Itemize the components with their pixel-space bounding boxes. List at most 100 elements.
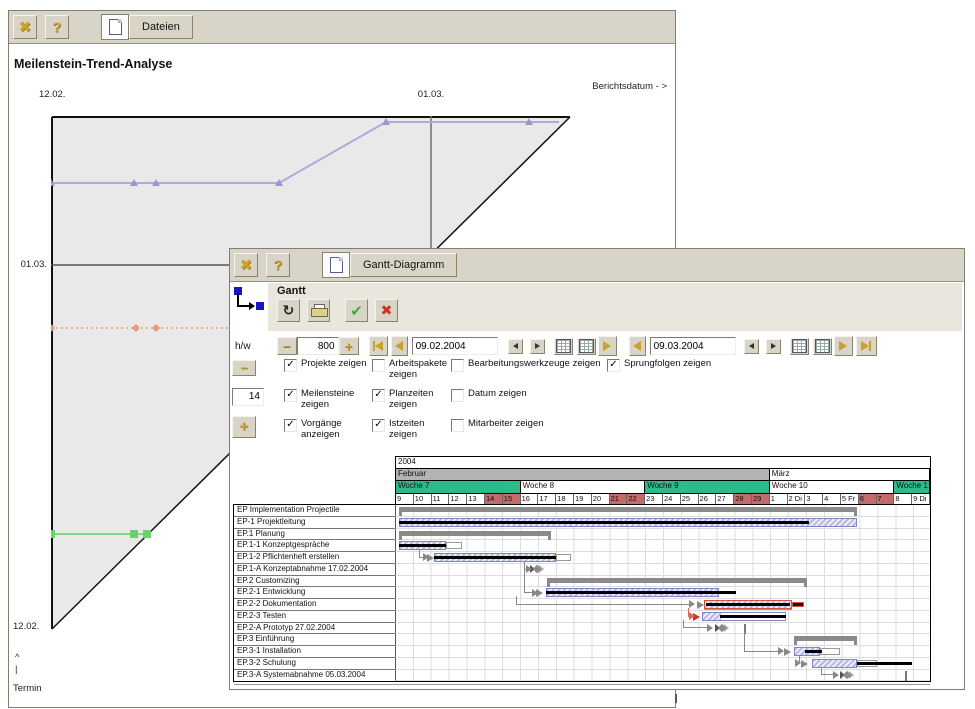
- forward-icon: [839, 341, 847, 351]
- help-button[interactable]: ?: [266, 253, 290, 277]
- minus-icon: −: [240, 361, 247, 375]
- summary-bar[interactable]: [399, 531, 551, 536]
- option-label: Mitarbeiter zeigen: [468, 418, 544, 448]
- date-to-input[interactable]: [650, 337, 736, 355]
- dateien-tab[interactable]: Dateien: [129, 15, 193, 39]
- mta-toolbar: ✖ ? Dateien: [9, 11, 675, 44]
- confirm-button[interactable]: ✔: [345, 299, 368, 322]
- task-row: EP Implementation Projectile: [234, 505, 930, 517]
- task-row: EP.2-A Prototyp 27.02.2004: [234, 623, 930, 635]
- checkbox[interactable]: ✓: [372, 389, 385, 402]
- checkbox[interactable]: [451, 389, 464, 402]
- task-label[interactable]: EP.2-2 Dokumentation: [234, 599, 395, 611]
- to-calendar2-button[interactable]: [813, 338, 832, 355]
- option-projekte-zeigen: ✓Projekte zeigen: [284, 358, 372, 388]
- task-row: EP.1-A Konzeptabnahme 17.02.2004: [234, 564, 930, 576]
- task-label[interactable]: EP.1-A Konzeptabnahme 17.02.2004: [234, 564, 395, 576]
- checkbox[interactable]: ✓: [372, 419, 385, 432]
- from-calendar-button[interactable]: [554, 338, 573, 355]
- task-label[interactable]: EP.2 Customizing: [234, 576, 395, 588]
- checkbox[interactable]: ✓: [284, 419, 297, 432]
- width-decrease-button[interactable]: −: [277, 337, 297, 355]
- task-label[interactable]: EP.3 Einführung: [234, 634, 395, 646]
- actual-bar[interactable]: [434, 556, 556, 559]
- refresh-button[interactable]: ↻: [277, 299, 300, 322]
- task-chart-cell: [395, 552, 930, 564]
- week-cell: Woche 1: [894, 481, 930, 493]
- width-input[interactable]: [297, 337, 339, 355]
- task-label[interactable]: EP.1-2 Pflichtenheft erstellen: [234, 552, 395, 564]
- actual-bar[interactable]: [546, 591, 736, 594]
- document-icon: [109, 19, 122, 35]
- row-height-increase-button[interactable]: +: [232, 416, 256, 438]
- checkbox[interactable]: [372, 359, 385, 372]
- milestone-marker[interactable]: [715, 624, 729, 633]
- x-axis-label: Berichtsdatum - >: [592, 81, 667, 92]
- plan-extension-bar: [820, 648, 840, 655]
- task-label[interactable]: EP.3-1 Installation: [234, 646, 395, 658]
- to-day-back-button[interactable]: [744, 339, 759, 354]
- print-button[interactable]: [307, 299, 330, 322]
- from-day-back-button[interactable]: [508, 339, 523, 354]
- task-label[interactable]: EP.1 Planung: [234, 529, 395, 541]
- close-button[interactable]: ✖: [13, 15, 37, 39]
- gantt-diagramm-tab[interactable]: Gantt-Diagramm: [350, 253, 457, 277]
- summary-bar[interactable]: [794, 636, 857, 641]
- actual-bar[interactable]: [399, 544, 446, 547]
- actual-bar[interactable]: [720, 615, 786, 618]
- back-icon: [633, 341, 641, 351]
- from-day-fwd-button[interactable]: [530, 339, 545, 354]
- square-marker: [143, 530, 151, 538]
- task-label[interactable]: EP.1-1 Konzeptgespräche: [234, 540, 395, 552]
- plan-bar[interactable]: [812, 659, 857, 668]
- row-height-input[interactable]: [232, 388, 264, 406]
- to-back-button[interactable]: [629, 336, 646, 356]
- square-marker: [51, 530, 55, 538]
- option-column: Bearbeitungswerkzeuge zeigenDatum zeigen…: [451, 358, 607, 448]
- summary-bar[interactable]: [547, 578, 807, 583]
- task-label[interactable]: EP.2-A Prototyp 27.02.2004: [234, 623, 395, 635]
- to-forward-button[interactable]: [834, 336, 853, 356]
- to-day-fwd-button[interactable]: [766, 339, 781, 354]
- task-label[interactable]: EP.3-A Systemabnahme 05.03.2004: [234, 670, 395, 682]
- task-label[interactable]: EP Implementation Projectile: [234, 505, 395, 517]
- task-label[interactable]: EP-1 Projektleitung: [234, 517, 395, 529]
- cancel-button[interactable]: ✖: [375, 299, 398, 322]
- from-forward-button[interactable]: [598, 336, 617, 356]
- back-button[interactable]: [391, 336, 408, 356]
- date-from-input[interactable]: [412, 337, 498, 355]
- document-button[interactable]: [322, 252, 350, 278]
- close-button[interactable]: ✖: [234, 253, 258, 277]
- jump-start-button[interactable]: [369, 336, 388, 356]
- small-right-icon: [771, 343, 776, 349]
- actual-bar[interactable]: [399, 521, 809, 524]
- jump-end-button[interactable]: [856, 336, 877, 356]
- checkbox[interactable]: ✓: [607, 359, 620, 372]
- width-increase-button[interactable]: +: [339, 337, 359, 355]
- option-bearbeitungswerkzeuge-zeigen: Bearbeitungswerkzeuge zeigen: [451, 358, 607, 388]
- actual-bar[interactable]: [706, 603, 790, 606]
- milestone-marker[interactable]: [840, 671, 854, 680]
- task-label[interactable]: EP.2-1 Entwicklung: [234, 587, 395, 599]
- from-calendar2-button[interactable]: [577, 338, 596, 355]
- checkbox[interactable]: [451, 359, 464, 372]
- gantt-window: ✖ ? Gantt-Diagramm Gantt ↻: [229, 248, 965, 690]
- option-istzeiten-zeigen: ✓Istzeiten zeigen: [372, 418, 451, 448]
- task-label[interactable]: EP.2-3 Testen: [234, 611, 395, 623]
- to-calendar-button[interactable]: [790, 338, 809, 355]
- milestone-marker[interactable]: [530, 565, 544, 574]
- option-column: ✓Projekte zeigen✓Meilensteine zeigen✓Vor…: [284, 358, 372, 448]
- summary-bar[interactable]: [399, 507, 857, 512]
- actual-bar[interactable]: [857, 662, 912, 665]
- scale-navigation-row: h/w − +: [235, 335, 960, 357]
- checkbox[interactable]: ✓: [284, 359, 297, 372]
- actual-bar[interactable]: [805, 650, 822, 653]
- document-button[interactable]: [101, 14, 129, 40]
- task-label[interactable]: EP.3-2 Schulung: [234, 658, 395, 670]
- checkbox[interactable]: [451, 419, 464, 432]
- checkbox[interactable]: ✓: [284, 389, 297, 402]
- small-left-icon: [749, 343, 754, 349]
- row-height-decrease-button[interactable]: −: [232, 360, 256, 376]
- help-button[interactable]: ?: [45, 15, 69, 39]
- plan-extension-bar: [556, 554, 571, 561]
